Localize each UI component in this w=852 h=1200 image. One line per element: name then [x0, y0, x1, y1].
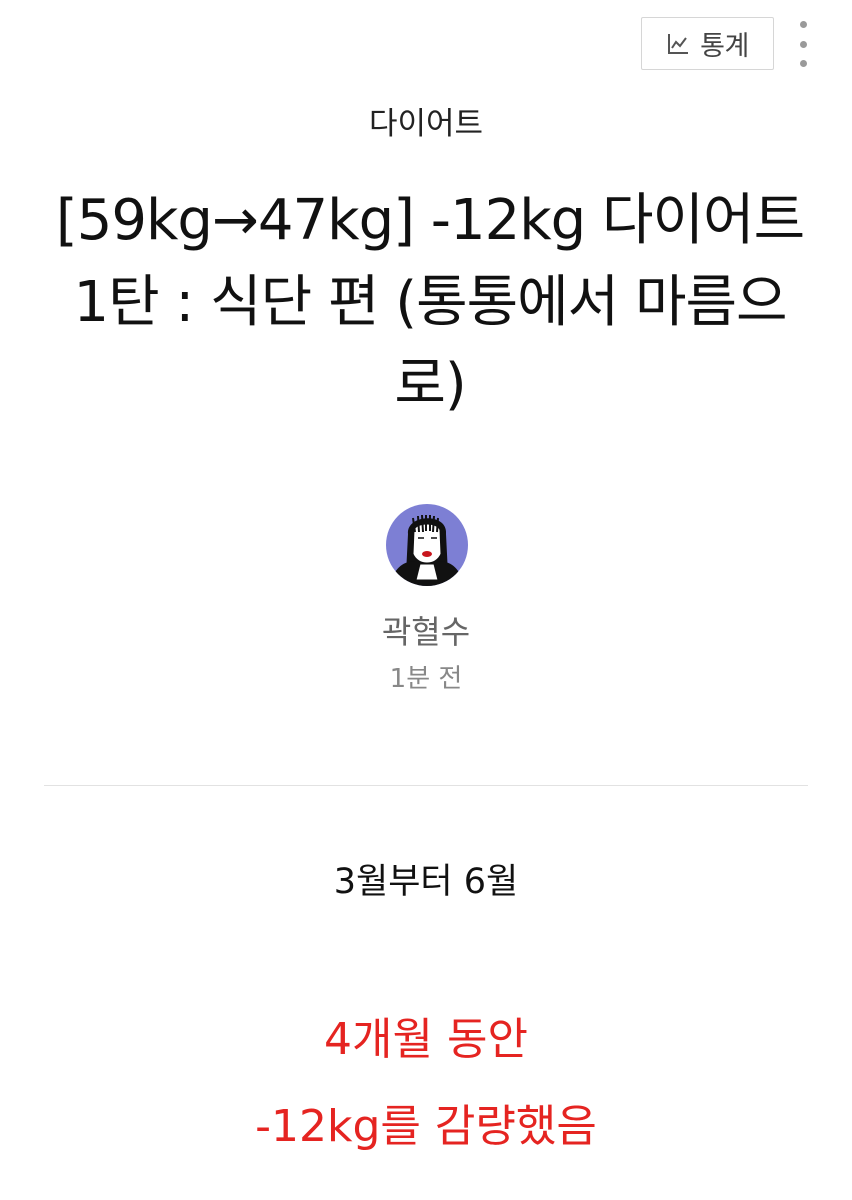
body-text-line: 3월부터 6월 — [333, 862, 519, 902]
highlight-text-line: 4개월 동안 — [324, 1014, 528, 1065]
top-toolbar: 통계 — [0, 17, 852, 71]
author-name[interactable]: 곽혈수 — [0, 607, 852, 653]
stats-label: 통계 — [700, 31, 749, 62]
post-time: 1분 전 — [389, 664, 463, 694]
more-dot — [799, 40, 807, 48]
divider — [44, 785, 808, 786]
more-dot — [799, 60, 807, 67]
post-title: [59kg→47kg] -12kg 다이어트 1탄 : 식단 편 (통통에서 마… — [55, 188, 805, 417]
author-avatar[interactable] — [386, 504, 468, 586]
more-vertical-icon — [799, 21, 807, 28]
chart-line-icon — [666, 32, 690, 56]
stats-button[interactable]: 통계 — [641, 17, 774, 70]
post-category[interactable]: 다이어트 — [0, 98, 852, 143]
more-options-button[interactable] — [790, 21, 816, 67]
highlight-text-line: -12kg를 감량했음 — [255, 1101, 597, 1152]
